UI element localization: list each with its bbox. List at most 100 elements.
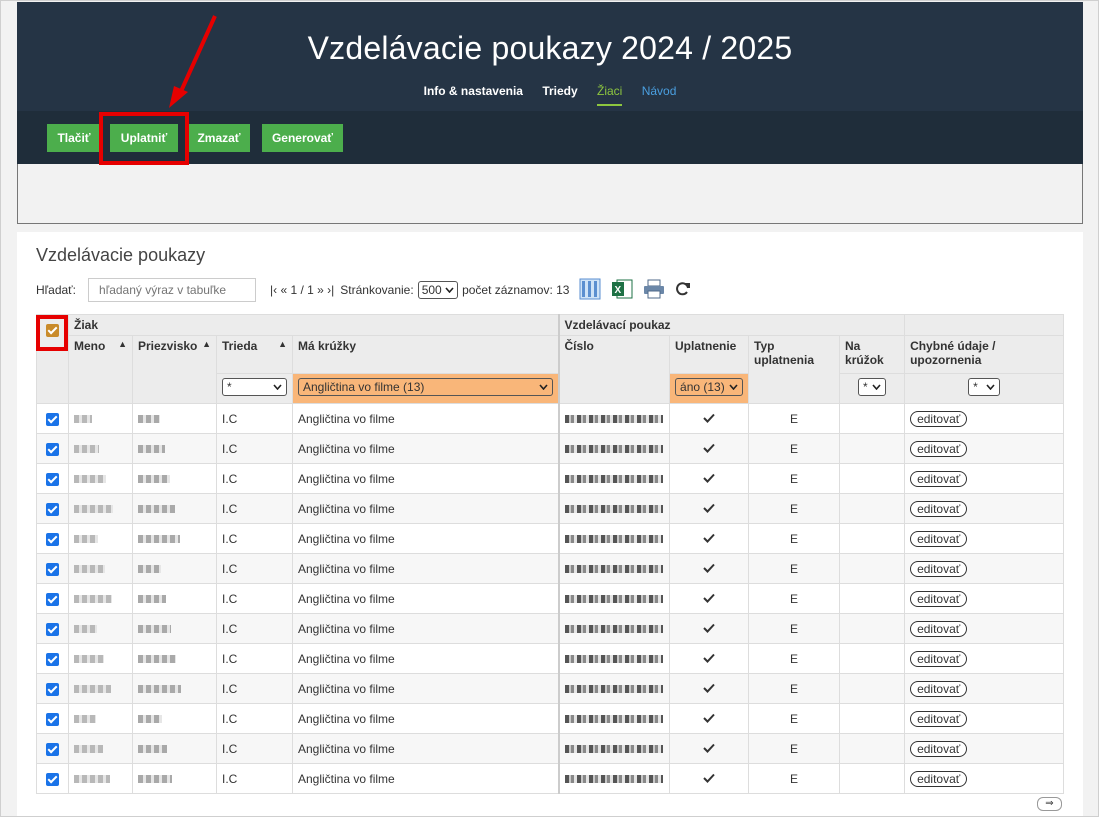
filter-clubs-select[interactable]: Angličtina vo filme (13)	[298, 378, 553, 397]
table-row[interactable]: I.C Angličtina vo filme Eeditovať	[36, 703, 1065, 734]
filter-errors-select[interactable]: *	[968, 378, 1001, 397]
svg-text:X: X	[615, 285, 622, 296]
row-checkbox[interactable]	[46, 562, 59, 576]
col-errors[interactable]: Chybné údaje / upozornenia	[904, 334, 1065, 375]
edit-button[interactable]: editovať	[910, 440, 968, 457]
class-cell: I.C	[216, 703, 293, 734]
applied-cell	[669, 523, 750, 554]
nav-guide[interactable]: Návod	[642, 84, 677, 104]
apply-type-cell: E	[748, 733, 841, 764]
clubs-cell: Angličtina vo filme	[291, 583, 560, 614]
applied-cell	[669, 493, 750, 524]
class-cell: I.C	[216, 493, 293, 524]
row-checkbox[interactable]	[46, 622, 59, 636]
row-checkbox[interactable]	[46, 472, 59, 486]
filter-class-select[interactable]: *	[222, 378, 287, 397]
nav-classes[interactable]: Triedy	[542, 84, 577, 104]
row-checkbox[interactable]	[46, 652, 59, 666]
apply-type-cell: E	[748, 703, 841, 734]
table-row[interactable]: I.C Angličtina vo filme Eeditovať	[36, 463, 1065, 494]
for-club-cell	[839, 583, 906, 614]
row-checkbox[interactable]	[46, 502, 59, 516]
excel-icon[interactable]: X	[611, 278, 633, 303]
class-cell: I.C	[216, 643, 293, 674]
row-checkbox[interactable]	[46, 592, 59, 606]
table-controls: Hľadať: |‹ « 1 / 1 » ›| Stránkovanie: 50…	[36, 278, 691, 302]
edit-button[interactable]: editovať	[910, 560, 968, 577]
search-input[interactable]	[88, 278, 257, 302]
scroll-right-button[interactable]: ⇒	[1037, 797, 1062, 811]
last-name-cell	[132, 673, 217, 704]
edit-button[interactable]: editovať	[910, 410, 968, 427]
table-row[interactable]: I.C Angličtina vo filme Eeditovať	[36, 763, 1065, 794]
for-club-cell	[839, 463, 906, 494]
edit-button[interactable]: editovať	[910, 500, 968, 517]
apply-type-cell: E	[748, 643, 841, 674]
table-row[interactable]: I.C Angličtina vo filme Eeditovať	[36, 613, 1065, 644]
row-checkbox[interactable]	[46, 682, 59, 696]
applied-cell	[669, 463, 750, 494]
filter-club-select[interactable]: *	[858, 378, 887, 397]
col-voucher-number[interactable]: Číslo	[557, 335, 671, 404]
last-name-cell	[132, 613, 217, 644]
paging-label: Stránkovanie:	[340, 283, 414, 297]
annotation-arrow-icon	[169, 15, 217, 108]
sort-up-icon[interactable]: ▲	[278, 339, 287, 349]
checkmark-icon	[703, 413, 715, 423]
main-content: Vzdelávacie poukazy Hľadať: |‹ « 1 / 1 »…	[17, 232, 1083, 816]
table-row[interactable]: I.C Angličtina vo filme Eeditovať	[36, 433, 1065, 464]
col-last-name[interactable]: Priezvisko ▲	[132, 335, 217, 404]
edit-button[interactable]: editovať	[910, 620, 968, 637]
printer-icon[interactable]	[643, 278, 665, 303]
filter-errors-cell: *	[904, 373, 1065, 404]
table-row[interactable]: I.C Angličtina vo filme Eeditovať	[36, 643, 1065, 674]
applied-cell	[669, 643, 750, 674]
col-applied[interactable]: Uplatnenie	[669, 334, 750, 375]
table-row[interactable]: I.C Angličtina vo filme Eeditovať	[36, 523, 1065, 554]
table-row[interactable]: I.C Angličtina vo filme Eeditovať	[36, 733, 1065, 764]
row-checkbox[interactable]	[46, 412, 59, 426]
table-row[interactable]: I.C Angličtina vo filme Eeditovať	[36, 493, 1065, 524]
for-club-cell	[839, 673, 906, 704]
table-row[interactable]: I.C Angličtina vo filme Eeditovať	[36, 403, 1065, 434]
refresh-icon[interactable]	[675, 281, 691, 300]
filter-applied-select[interactable]: áno (13)	[675, 378, 744, 397]
edit-button[interactable]: editovať	[910, 710, 968, 727]
table-row[interactable]: I.C Angličtina vo filme Eeditovať	[36, 673, 1065, 704]
chevron-down-icon	[729, 384, 738, 391]
edit-button[interactable]: editovať	[910, 590, 968, 607]
row-checkbox[interactable]	[46, 532, 59, 546]
page-size-select[interactable]: 500	[417, 281, 459, 299]
row-checkbox[interactable]	[46, 772, 59, 786]
generate-button[interactable]: Generovať	[262, 124, 343, 152]
edit-button[interactable]: editovať	[910, 740, 968, 757]
table-row[interactable]: I.C Angličtina vo filme Eeditovať	[36, 553, 1065, 584]
nav-students[interactable]: Žiaci	[597, 84, 623, 106]
edit-button[interactable]: editovať	[910, 530, 968, 547]
edit-button[interactable]: editovať	[910, 650, 968, 667]
nav-info-settings[interactable]: Info & nastavenia	[424, 84, 523, 104]
last-name-cell	[132, 643, 217, 674]
row-checkbox[interactable]	[46, 442, 59, 456]
row-checkbox[interactable]	[46, 742, 59, 756]
columns-icon[interactable]	[579, 278, 601, 303]
students-table: Žiak Vzdelávací poukaz Meno ▲ Priezvisko ▲…	[36, 314, 1065, 794]
row-checkbox[interactable]	[46, 712, 59, 726]
col-for-club[interactable]: Na krúžok	[839, 334, 906, 375]
apply-type-cell: E	[748, 673, 841, 704]
edit-button[interactable]: editovať	[910, 680, 968, 697]
sort-up-icon[interactable]: ▲	[118, 339, 127, 349]
sort-up-icon[interactable]: ▲	[202, 339, 211, 349]
chevron-down-icon	[445, 287, 454, 293]
delete-button[interactable]: Zmazať	[188, 124, 250, 152]
col-apply-type[interactable]: Typ uplatnenia	[748, 335, 841, 404]
clubs-cell: Angličtina vo filme	[291, 613, 560, 644]
col-has-clubs[interactable]: Má krúžky	[291, 334, 560, 375]
print-button[interactable]: Tlačiť	[47, 124, 101, 152]
pager[interactable]: |‹ « 1 / 1 » ›|	[270, 283, 334, 297]
table-row[interactable]: I.C Angličtina vo filme Eeditovať	[36, 583, 1065, 614]
edit-button[interactable]: editovať	[910, 770, 968, 787]
col-first-name[interactable]: Meno ▲	[68, 335, 133, 404]
edit-button[interactable]: editovať	[910, 470, 968, 487]
col-class[interactable]: Trieda ▲	[216, 334, 293, 375]
